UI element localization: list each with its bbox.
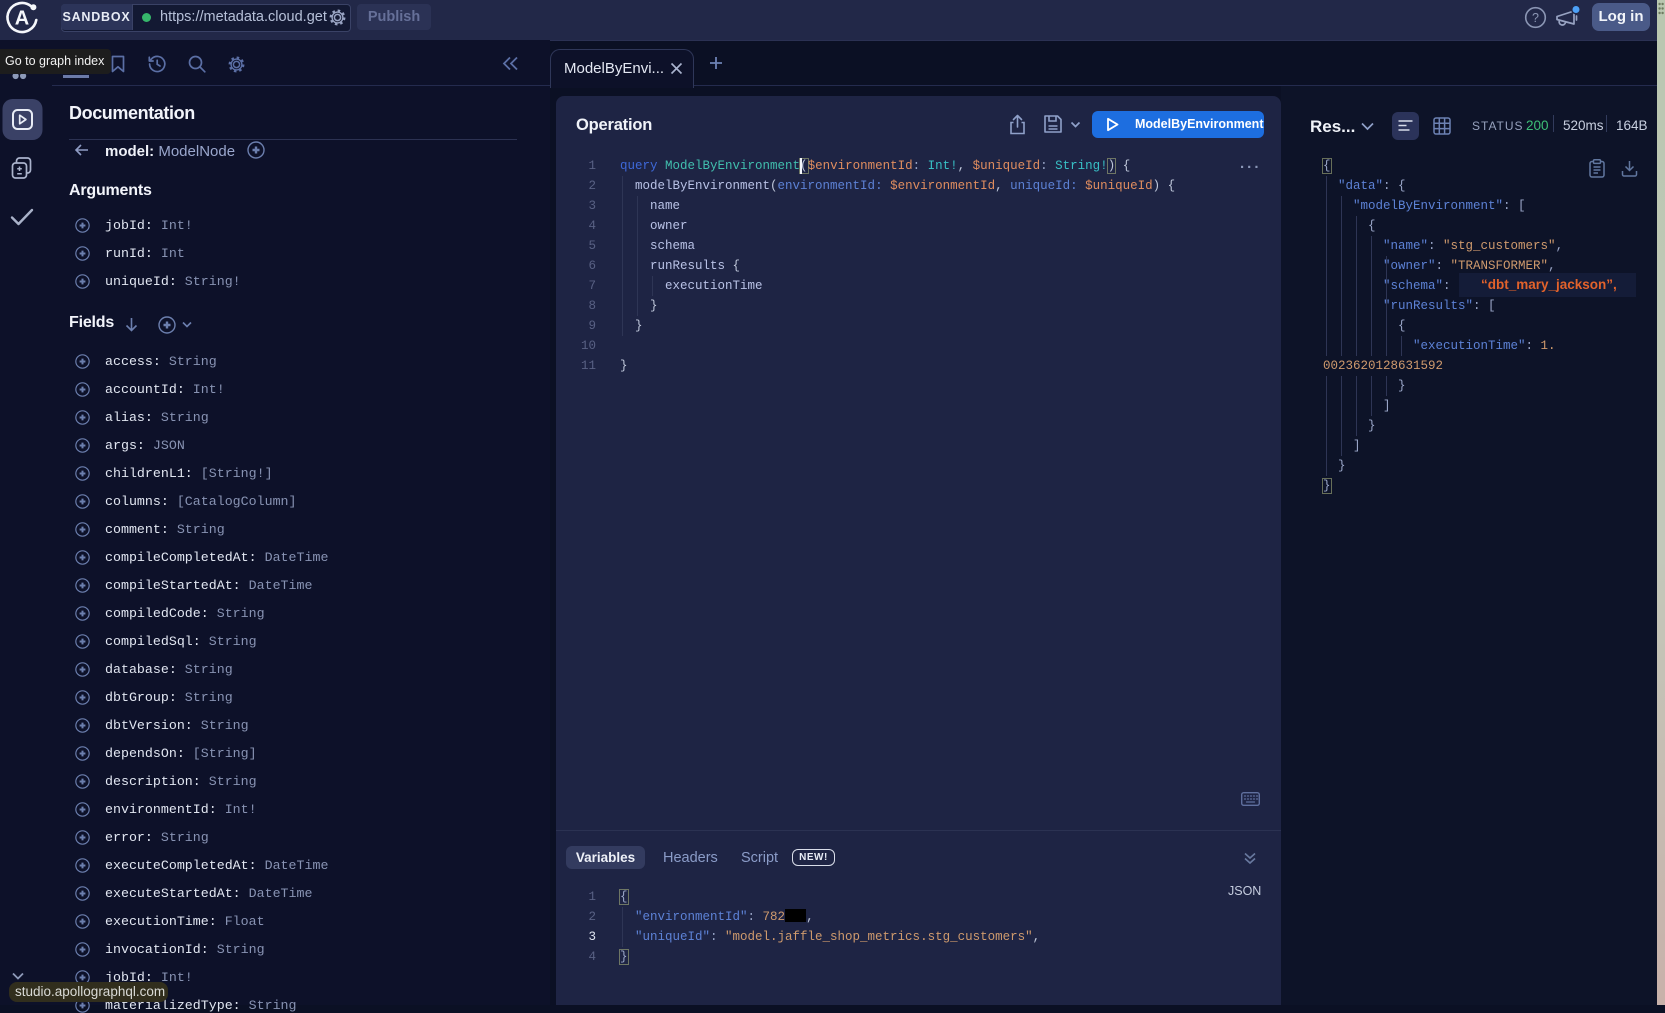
svg-text:A: A <box>15 8 29 30</box>
svg-text:?: ? <box>1532 11 1539 25</box>
